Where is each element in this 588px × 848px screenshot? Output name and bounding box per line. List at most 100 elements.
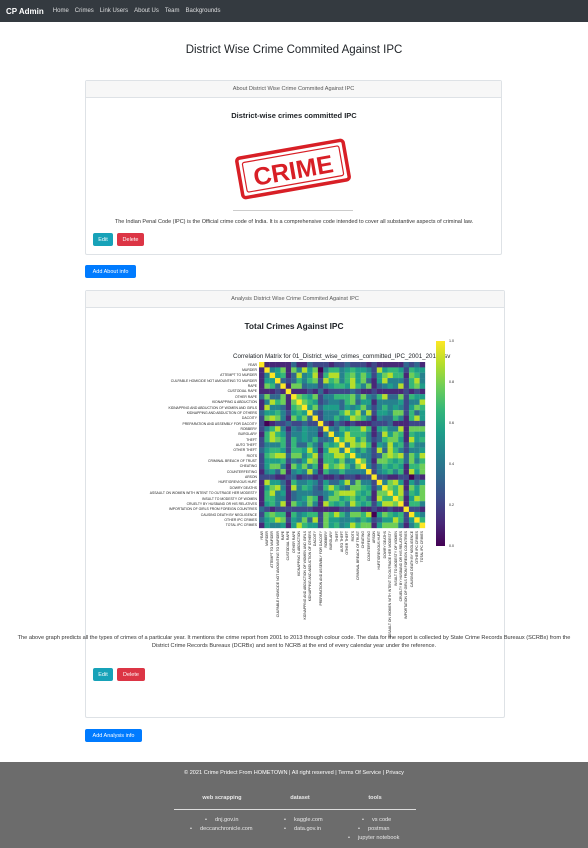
heatmap-cell: [382, 420, 388, 427]
heatmap-cell: [387, 442, 394, 448]
heatmap-cell: [301, 367, 308, 373]
heatmap-cell: [333, 362, 340, 368]
footer-heading-dataset: dataset: [290, 795, 310, 801]
heatmap-cell: [280, 367, 286, 373]
heatmap-cell: [382, 474, 388, 480]
heatmap-cell: [339, 458, 345, 464]
heatmap-cell: [392, 463, 399, 470]
heatmap-cell: [419, 415, 426, 422]
heatmap-cell: [275, 442, 281, 448]
footer-link-dnj[interactable]: dnj.gov.in: [215, 816, 253, 825]
heatmap-cell: [344, 394, 351, 400]
heatmap-cell: [392, 506, 399, 513]
heatmap-cell: [355, 378, 361, 384]
footer-link-jupyter[interactable]: jupyter notebook: [358, 834, 399, 843]
heatmap-cell: [355, 367, 361, 373]
analysis-delete-button[interactable]: Delete: [117, 668, 145, 681]
heatmap-cell: [264, 404, 270, 411]
heatmap-cell: [275, 469, 281, 475]
heatmap-cell: [333, 469, 340, 475]
heatmap-cell: [344, 404, 351, 411]
heatmap-cell: [382, 479, 388, 486]
heatmap-cell: [344, 388, 351, 395]
heatmap-cell: [339, 420, 345, 427]
heatmap-cell: [382, 436, 388, 443]
heatmap-cell: [333, 404, 340, 411]
heatmap-cell: [371, 469, 377, 475]
heatmap-cell: [280, 506, 286, 513]
heatmap-cell: [259, 388, 265, 395]
heatmap-cell: [317, 378, 324, 384]
heatmap-cell: [280, 415, 286, 422]
heatmap-cell: [323, 404, 329, 411]
heatmap-cell: [301, 399, 308, 405]
heatmap-cell: [285, 431, 292, 438]
heatmap-cell: [387, 399, 394, 405]
heatmap-cell: [382, 490, 388, 497]
heatmap-x-label: PREPARATION AND ASSEMBLY FOR DACOITY: [318, 531, 323, 606]
heatmap-cell: [414, 378, 420, 384]
footer-link-postman[interactable]: postman: [368, 825, 399, 834]
heatmap-cell: [323, 501, 329, 507]
heatmap-cell: [264, 469, 270, 475]
heatmap-cell: [307, 420, 313, 427]
heatmap-cell: [317, 410, 324, 416]
heatmap-cell: [360, 426, 367, 432]
heatmap-cell: [339, 442, 345, 448]
heatmap-cell: [328, 485, 335, 491]
heatmap-cell: [392, 394, 399, 400]
heatmap-cell: [275, 474, 281, 480]
heatmap-cell: [264, 399, 270, 405]
heatmap-cell: [419, 447, 426, 454]
heatmap-cell: [285, 511, 292, 518]
heatmap-cell: [280, 436, 286, 443]
heatmap-cell: [317, 420, 324, 427]
heatmap-cell: [398, 453, 404, 459]
heatmap-cell: [355, 485, 361, 491]
heatmap-cell: [339, 469, 345, 475]
heatmap-cell: [269, 394, 276, 400]
heatmap-cell: [323, 517, 329, 523]
heatmap-cell: [280, 501, 286, 507]
heatmap-cell: [387, 453, 394, 459]
heatmap-cell: [317, 522, 324, 529]
footer-link-kaggle[interactable]: kaggle.com: [294, 816, 323, 825]
heatmap-cell: [398, 501, 404, 507]
heatmap-cell: [355, 420, 361, 427]
heatmap-cell: [259, 394, 265, 400]
heatmap-y-label: ARSON: [244, 475, 257, 480]
heatmap-cell: [301, 463, 308, 470]
heatmap-cell: [333, 458, 340, 464]
analysis-edit-button[interactable]: Edit: [93, 668, 113, 681]
heatmap-y-label: CRIMINAL BREACH OF TRUST: [208, 459, 257, 464]
heatmap-cell: [366, 447, 372, 454]
heatmap-cell: [259, 447, 265, 454]
heatmap-cell: [307, 436, 313, 443]
footer-link-data-gov[interactable]: data.gov.in: [294, 825, 323, 834]
heatmap-cell: [333, 383, 340, 389]
heatmap-cell: [376, 404, 383, 411]
heatmap-cell: [387, 517, 394, 523]
heatmap-cell: [275, 447, 281, 454]
add-analysis-info-button[interactable]: Add Analysis info: [85, 729, 142, 742]
heatmap-cell: [269, 490, 276, 497]
heatmap-cell: [259, 415, 265, 422]
heatmap-cell: [371, 362, 377, 368]
heatmap-x-label: CRUELTY BY HUSBAND OR HIS RELATIVES: [398, 531, 403, 602]
heatmap-cell: [307, 463, 313, 470]
heatmap-cell: [355, 517, 361, 523]
heatmap-cell: [414, 506, 420, 513]
footer-link-deccanchronicle[interactable]: deccanchronicle.com: [200, 825, 253, 834]
heatmap-cell: [317, 367, 324, 373]
heatmap-cell: [371, 501, 377, 507]
heatmap-x-label: TOTAL IPC CRIMES: [420, 531, 425, 563]
heatmap-cell: [301, 479, 308, 486]
footer-link-vscode[interactable]: vs code: [372, 816, 399, 825]
heatmap-cell: [307, 479, 313, 486]
heatmap-cell: [339, 394, 345, 400]
heatmap-cell: [398, 431, 404, 438]
footer-heading-tools: tools: [368, 795, 382, 801]
heatmap-cell: [387, 426, 394, 432]
heatmap-cell: [307, 474, 313, 480]
heatmap-cell: [339, 436, 345, 443]
